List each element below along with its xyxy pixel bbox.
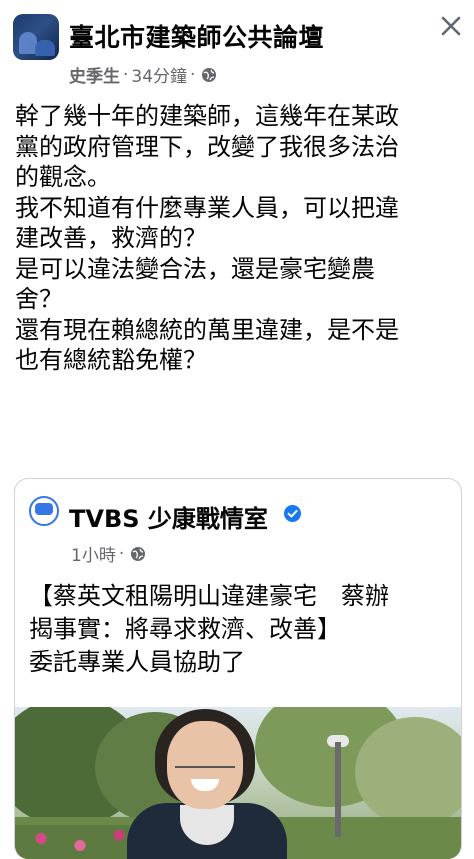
globe-icon [131,546,146,561]
shared-post-line: 委託專業人員協助了 [29,648,245,676]
photo-person-glasses [175,752,235,768]
post-line: 也有總統豁免權？ [15,346,207,374]
shared-post-body: 【蔡英文租陽明山違建豪宅 蔡辦 揭事實：將尋求救濟、改善】 委託專業人員協助了 [29,580,454,679]
post-line: 建改善，救濟的？ [15,224,207,252]
meta-separator: · [123,64,129,85]
post-line: 的觀念。 [15,163,111,191]
post-line: 還有現在賴總統的萬里違建，是不是 [15,315,399,344]
post-line: 是可以違法變合法，還是豪宅變農 [15,254,375,283]
shared-post-card[interactable]: TVBS 少康戰情室 1小時 · 【蔡英文租陽明山違建豪宅 蔡辦 揭事實：將尋求… [14,478,462,859]
photo-flowers [15,825,145,859]
shared-post-photo[interactable] [15,707,461,859]
page-name[interactable]: TVBS 少康戰情室 [69,499,268,534]
group-avatar[interactable] [13,14,59,60]
group-name[interactable]: 臺北市建築師公共論壇 [69,18,324,54]
close-icon[interactable] [437,12,465,40]
shared-post-line: 【蔡英文租陽明山違建豪宅 蔡辦 [29,582,389,610]
shared-post-meta: 1小時 · [71,541,146,566]
shared-post-time[interactable]: 1小時 [71,541,116,566]
post-meta: 史季生 · 34分鐘 · [69,62,217,87]
post-line: 我不知道有什麼專業人員，可以把違 [15,193,399,222]
verified-badge-icon [284,505,301,522]
shared-meta-separator: · [118,543,125,564]
photo-tree [355,717,461,827]
photo-lamp-post [335,742,341,837]
page-avatar[interactable] [29,496,59,526]
globe-icon [202,67,217,82]
post-line: 舍？ [15,285,63,313]
shared-post-line: 揭事實：將尋求救濟、改善】 [29,615,341,643]
post-body: 幹了幾十年的建築師，這幾年在某政 黨的政府管理下，改變了我很多法治 的觀念。 我… [15,101,460,376]
post-header: 臺北市建築師公共論壇 史季生 · 34分鐘 · [0,0,474,92]
post-line: 幹了幾十年的建築師，這幾年在某政 [15,102,399,130]
post-line: 黨的政府管理下，改變了我很多法治 [15,132,399,161]
author-name[interactable]: 史季生 [69,62,120,87]
post-time[interactable]: 34分鐘 [131,62,187,87]
meta-separator-2: · [190,64,196,85]
